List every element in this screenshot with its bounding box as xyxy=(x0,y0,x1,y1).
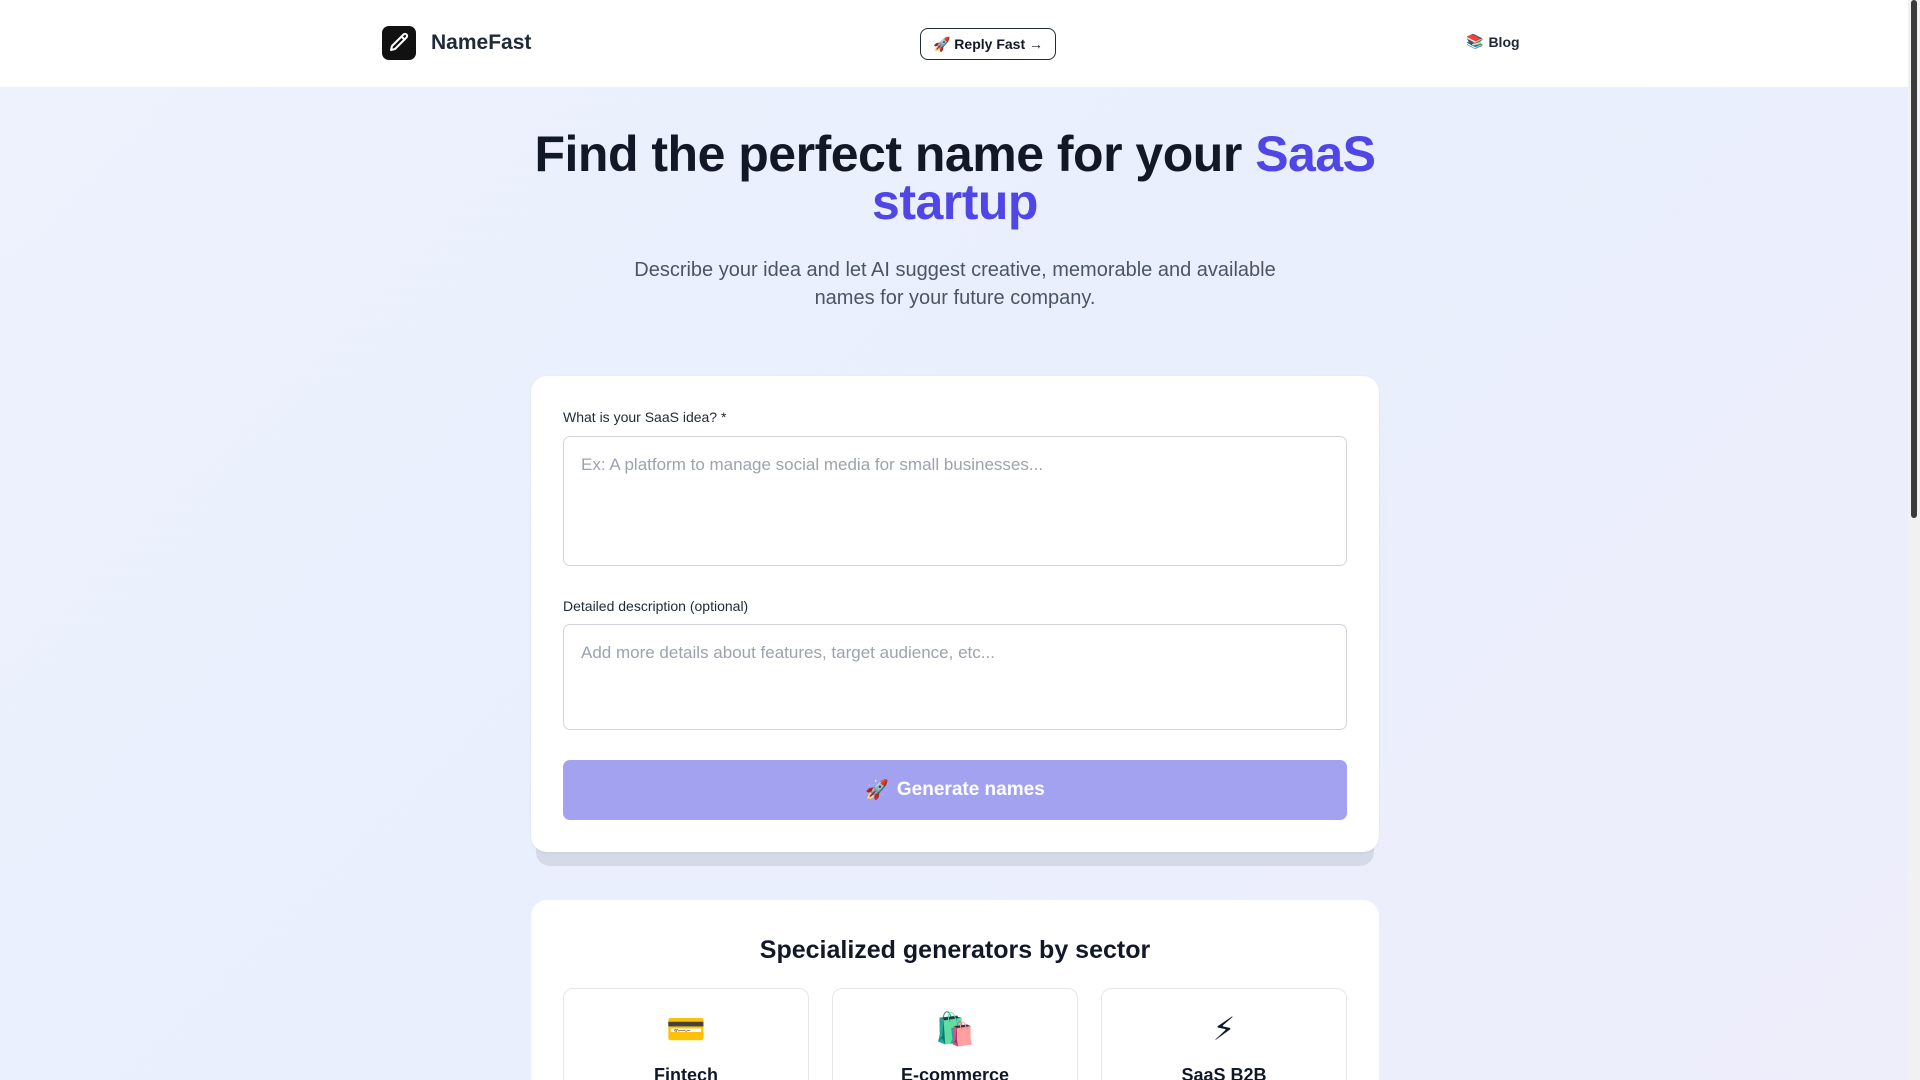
brand-logo[interactable]: NameFast xyxy=(382,26,531,60)
brand-name: NameFast xyxy=(431,31,532,54)
sector-name: SaaS B2B xyxy=(1181,1065,1267,1080)
description-label: Detailed description (optional) xyxy=(563,598,749,614)
scrollbar-track[interactable] xyxy=(1908,0,1920,1080)
hero-title: Find the perfect name for your SaaS star… xyxy=(460,129,1450,227)
sector-title: Specialized generators by sector xyxy=(759,936,1151,964)
rocket-icon: 🚀 xyxy=(865,780,889,801)
sector-name: E-commerce xyxy=(900,1065,1010,1080)
idea-label: What is your SaaS idea? * xyxy=(563,409,727,425)
sector-generators: Specialized generators by sector 💳 Finte… xyxy=(531,900,1379,1080)
blog-link[interactable]: 📚 Blog xyxy=(1466,33,1520,50)
shopping-bags-icon: 🛍️ xyxy=(935,1011,975,1047)
sector-name: Fintech xyxy=(653,1065,718,1080)
pencil-icon xyxy=(382,26,416,60)
scrollbar-thumb[interactable] xyxy=(1911,0,1917,518)
sector-item-ecommerce[interactable]: 🛍️ E-commerce xyxy=(832,988,1078,1080)
sector-item-saas-b2b[interactable]: ⚡ SaaS B2B xyxy=(1101,988,1347,1080)
name-generator-form: What is your SaaS idea? * Detailed descr… xyxy=(531,376,1379,852)
blog-label: Blog xyxy=(1488,33,1520,50)
reply-fast-button[interactable]: 🚀 Reply Fast → xyxy=(920,28,1056,60)
hero-subtitle: Describe your idea and let AI suggest cr… xyxy=(634,259,1276,309)
top-nav: NameFast 🚀 Reply Fast → 📚 Blog xyxy=(0,0,1908,88)
description-input[interactable] xyxy=(563,624,1347,730)
credit-card-icon: 💳 xyxy=(666,1011,706,1047)
generate-label: Generate names xyxy=(896,779,1045,800)
generate-names-button[interactable]: 🚀 Generate names xyxy=(563,760,1347,820)
lightning-icon: ⚡ xyxy=(1212,1011,1236,1047)
sector-item-fintech[interactable]: 💳 Fintech xyxy=(563,988,809,1080)
idea-input[interactable] xyxy=(563,436,1347,566)
books-icon: 📚 xyxy=(1466,33,1484,49)
